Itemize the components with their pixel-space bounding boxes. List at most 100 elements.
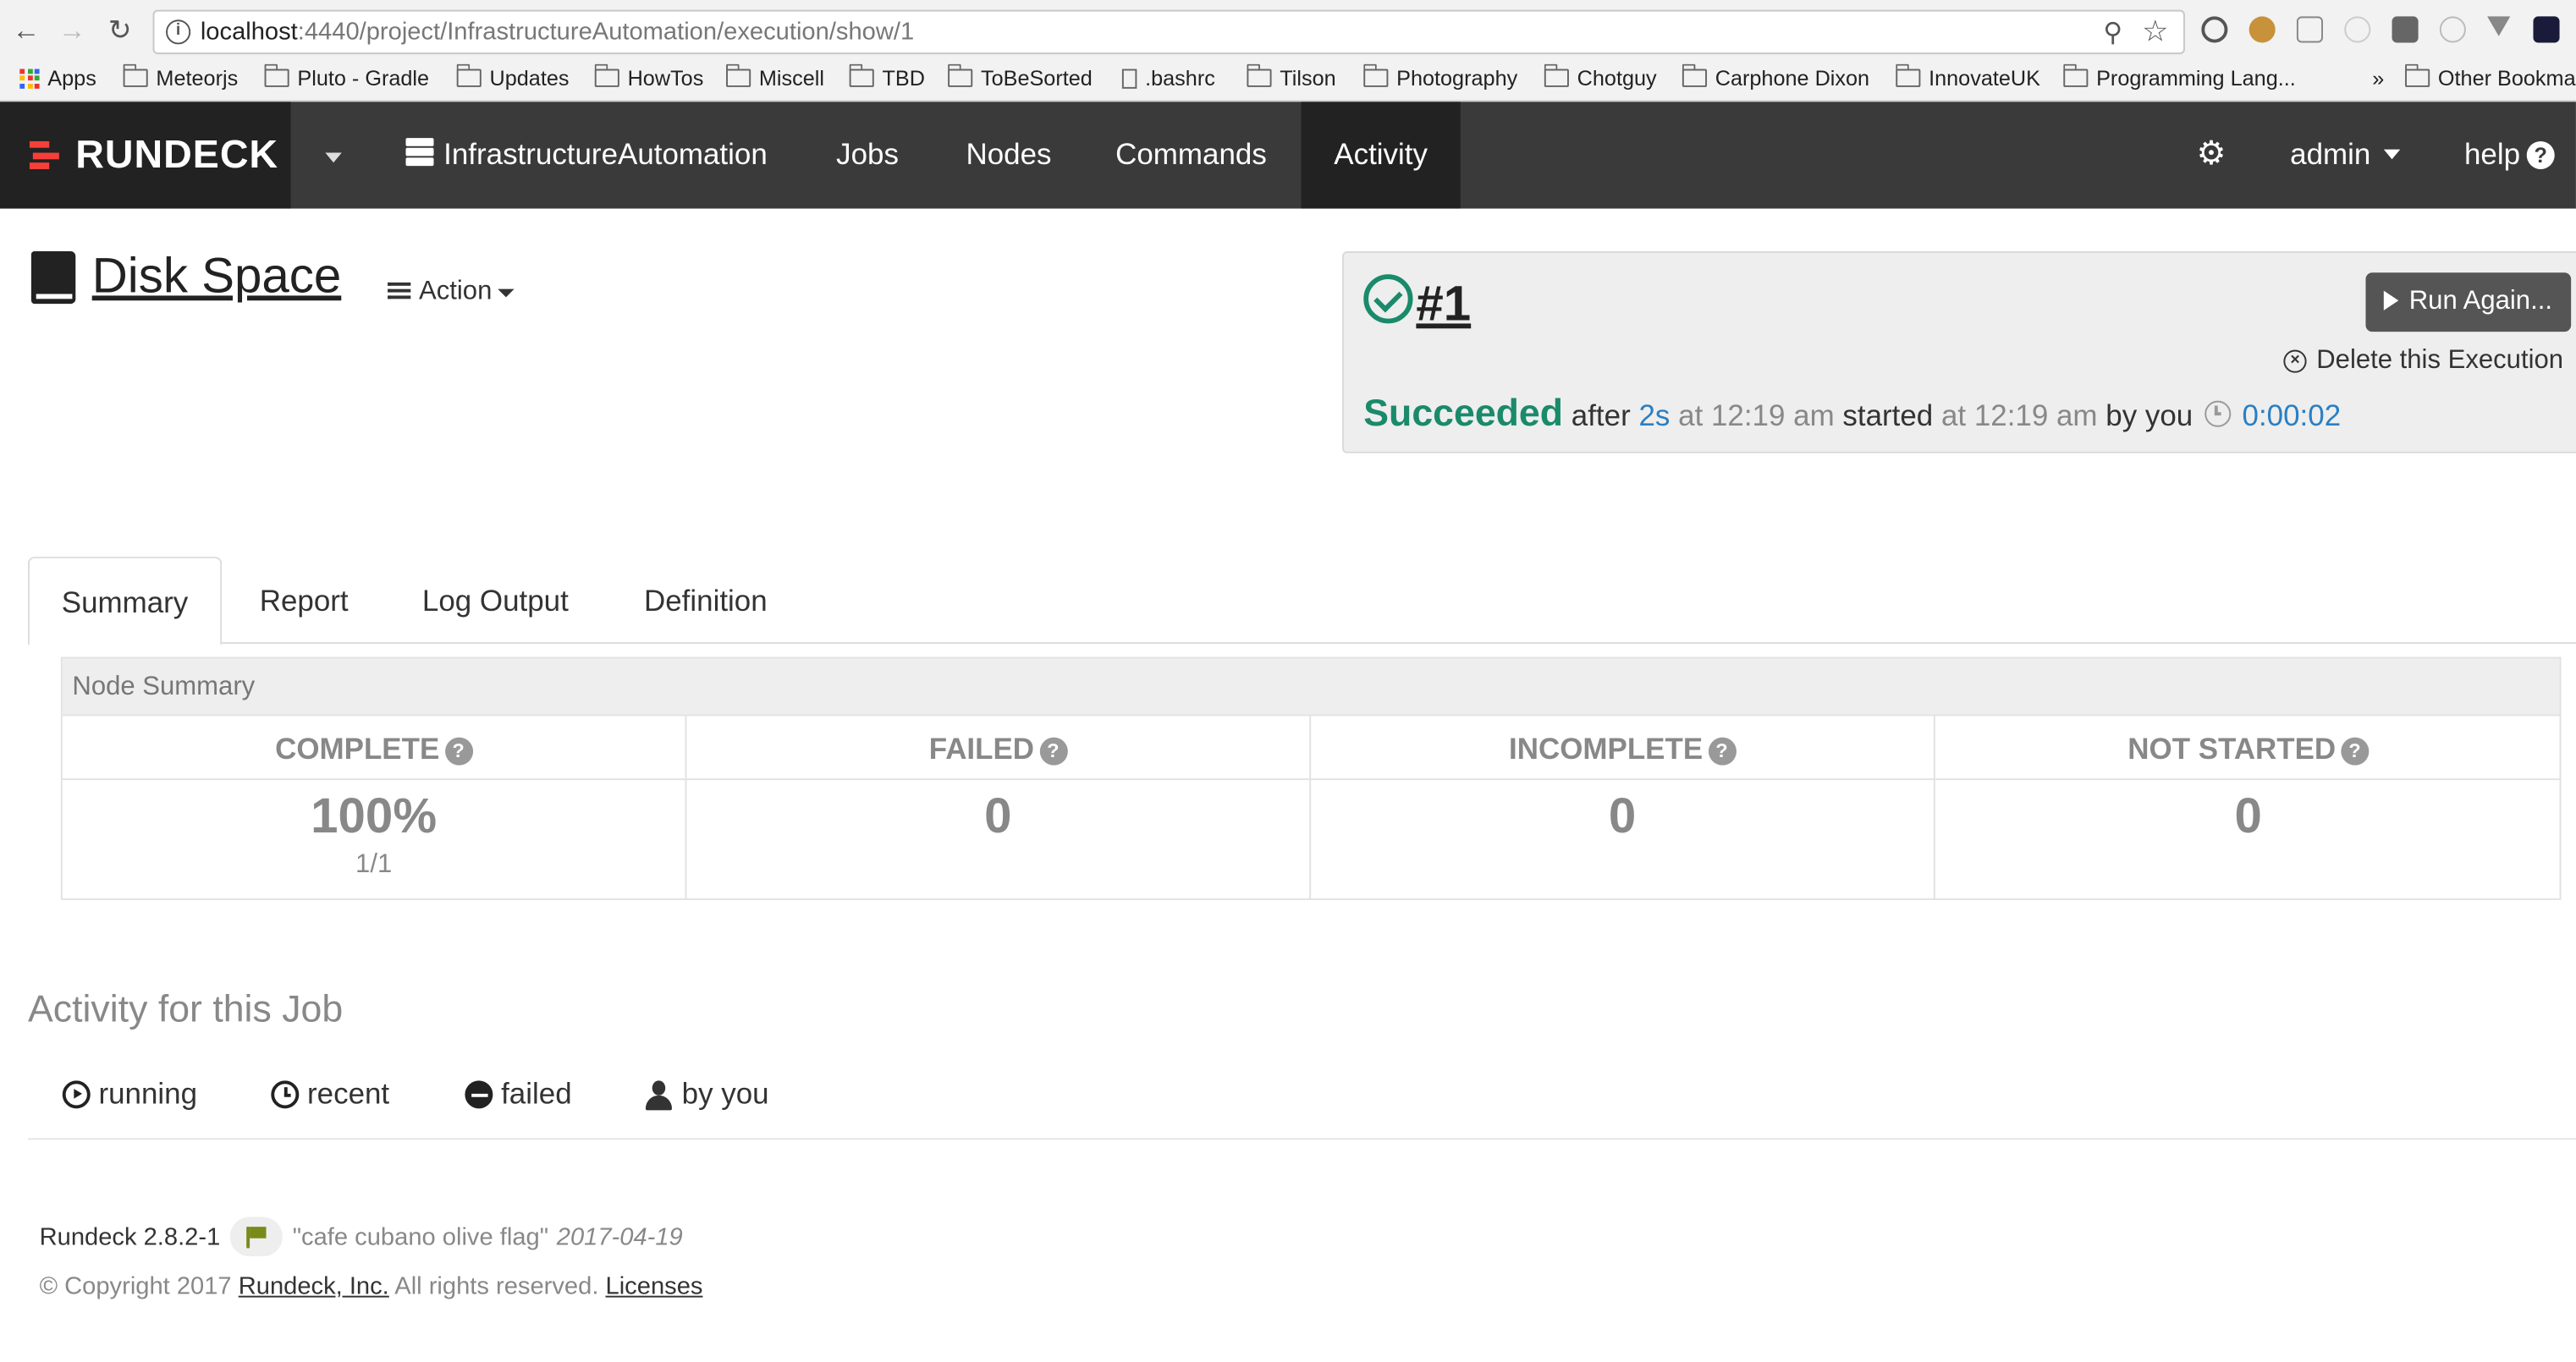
execution-status: Succeeded after 2s at 12:19 am started a…	[1363, 391, 2341, 435]
filter-running[interactable]: running	[62, 1077, 197, 1112]
folder-icon	[947, 63, 973, 87]
extension-circle-icon[interactable]	[2439, 16, 2466, 43]
extension-square-icon[interactable]	[2392, 16, 2419, 43]
bookmark-apps[interactable]: Apps	[19, 66, 96, 91]
extension-gear-icon[interactable]	[2344, 16, 2371, 43]
brand-logo[interactable]: RUNDECK	[0, 102, 291, 209]
bookmark-folder[interactable]: Miscell	[725, 63, 824, 91]
tab-log-output[interactable]: Log Output	[422, 557, 569, 644]
tab-bar: Summary Report Log Output Definition	[28, 557, 2576, 645]
copyright-text: © Copyright 2017	[39, 1272, 232, 1301]
bookmark-folder[interactable]: TBD	[849, 63, 925, 91]
folder-icon	[725, 63, 751, 87]
bookmark-folder[interactable]: ToBeSorted	[947, 63, 1093, 91]
bookmarks-bar: Apps Meteorjs Pluto - Gradle Updates How…	[0, 63, 2576, 99]
folder-icon	[2404, 63, 2430, 87]
zoom-icon[interactable]: ⚲	[2103, 16, 2122, 49]
status-started-text: started	[1842, 398, 1934, 432]
version-text: Rundeck 2.8.2-1	[39, 1222, 221, 1251]
help-menu[interactable]: help?	[2464, 102, 2555, 208]
folder-icon	[1362, 63, 1389, 87]
minus-circle-icon	[465, 1080, 493, 1109]
bookmark-folder[interactable]: Programming Lang...	[2062, 63, 2296, 91]
bookmark-folder[interactable]: Meteorjs	[123, 63, 238, 91]
question-icon[interactable]: ?	[1707, 737, 1736, 766]
bookmark-folder[interactable]: Carphone Dixon	[1682, 63, 1869, 91]
project-menu-caret-icon[interactable]	[325, 152, 342, 163]
bookmark-other[interactable]: Other Bookma	[2404, 63, 2576, 91]
filter-by-you[interactable]: by you	[644, 1077, 769, 1112]
summary-value: 0	[1608, 789, 1637, 844]
folder-icon	[849, 63, 874, 87]
forward-arrow-icon[interactable]: →	[56, 14, 89, 47]
question-icon[interactable]: ?	[2341, 737, 2370, 766]
reload-icon[interactable]: ↻	[103, 14, 136, 47]
licenses-link[interactable]: Licenses	[606, 1273, 703, 1301]
release-date: 2017-04-19	[556, 1222, 683, 1251]
execution-number-link[interactable]: #1	[1416, 277, 1471, 333]
bookmark-folder[interactable]: Updates	[456, 63, 570, 91]
summary-value: 0	[984, 789, 1012, 844]
filter-failed[interactable]: failed	[465, 1077, 572, 1112]
address-bar[interactable]: i localhost:4440/project/InfrastructureA…	[152, 9, 2185, 55]
node-summary-panel: Node Summary COMPLETE? 100% 1/1 FAILED? …	[60, 656, 2562, 900]
extension-vue-icon[interactable]	[2487, 16, 2511, 36]
action-dropdown[interactable]: Action	[388, 277, 515, 307]
delete-execution-link[interactable]: × Delete this Execution	[2283, 347, 2563, 376]
gear-icon[interactable]: ⚙	[2197, 102, 2226, 208]
bookmark-file[interactable]: .bashrc	[1121, 66, 1215, 91]
nav-activity[interactable]: Activity	[1301, 102, 1461, 209]
clock-icon	[2204, 400, 2231, 427]
bookmarks-overflow-chevron[interactable]: »	[2372, 66, 2384, 91]
folder-icon	[594, 63, 619, 87]
end-time: at 12:19 am	[1678, 398, 1835, 432]
company-link[interactable]: Rundeck, Inc.	[239, 1273, 389, 1301]
bookmark-folder[interactable]: InnovateUK	[1895, 63, 2040, 91]
start-time: at 12:19 am	[1940, 398, 2098, 432]
extension-grid-icon[interactable]	[2296, 16, 2323, 43]
bookmark-folder[interactable]: HowTos	[594, 63, 703, 91]
nav-jobs[interactable]: Jobs	[836, 102, 899, 208]
url-text[interactable]: localhost:4440/project/InfrastructureAut…	[201, 18, 914, 46]
bookmark-folder[interactable]: Photography	[1362, 63, 1517, 91]
summary-label: INCOMPLETE	[1509, 732, 1704, 766]
folder-icon	[1682, 63, 1708, 87]
summary-sub: 1/1	[355, 850, 393, 879]
tab-summary[interactable]: Summary	[28, 557, 223, 645]
nav-nodes[interactable]: Nodes	[966, 102, 1051, 208]
node-summary-title: Node Summary	[62, 658, 2560, 717]
job-name-link[interactable]: Disk Space	[92, 250, 342, 305]
summary-value: 0	[2234, 789, 2262, 844]
run-again-button[interactable]: Run Again...	[2365, 272, 2572, 332]
folder-icon	[2062, 63, 2089, 87]
rundeck-logo-icon	[29, 140, 59, 169]
summary-label: NOT STARTED	[2127, 732, 2337, 766]
folder-icon	[1895, 63, 1921, 87]
browser-chrome: ← → ↻ i localhost:4440/project/Infrastru…	[0, 0, 2576, 102]
bookmark-folder[interactable]: Tilson	[1246, 63, 1336, 91]
question-icon[interactable]: ?	[444, 737, 473, 766]
extension-star-icon[interactable]	[2533, 16, 2560, 43]
filter-recent[interactable]: recent	[271, 1077, 389, 1112]
summary-not-started: NOT STARTED? 0	[1935, 716, 2562, 899]
summary-value: 100%	[311, 789, 438, 844]
execution-panel: #1 Run Again... × Delete this Execution S…	[1342, 251, 2576, 453]
bookmark-folder[interactable]: Chotguy	[1544, 63, 1657, 91]
info-icon[interactable]: i	[166, 19, 191, 45]
apps-grid-icon	[19, 68, 40, 88]
question-icon[interactable]: ?	[1038, 737, 1067, 766]
user-menu[interactable]: admin	[2290, 102, 2401, 208]
project-link[interactable]: InfrastructureAutomation	[405, 102, 768, 208]
bookmark-star-icon[interactable]: ☆	[2142, 14, 2168, 49]
extension-cookie-icon[interactable]	[2248, 16, 2276, 43]
bookmark-folder[interactable]: Pluto - Gradle	[263, 63, 429, 91]
footer-copyright: © Copyright 2017 Rundeck, Inc. All right…	[40, 1273, 703, 1301]
server-icon	[405, 138, 434, 166]
tab-definition[interactable]: Definition	[644, 557, 768, 644]
tab-report[interactable]: Report	[260, 557, 349, 644]
back-arrow-icon[interactable]: ←	[10, 14, 43, 47]
extension-1password-icon[interactable]	[2201, 16, 2228, 43]
summary-label: COMPLETE	[275, 732, 440, 766]
nav-commands[interactable]: Commands	[1115, 102, 1267, 208]
activity-title: Activity for this Job	[28, 986, 344, 1030]
